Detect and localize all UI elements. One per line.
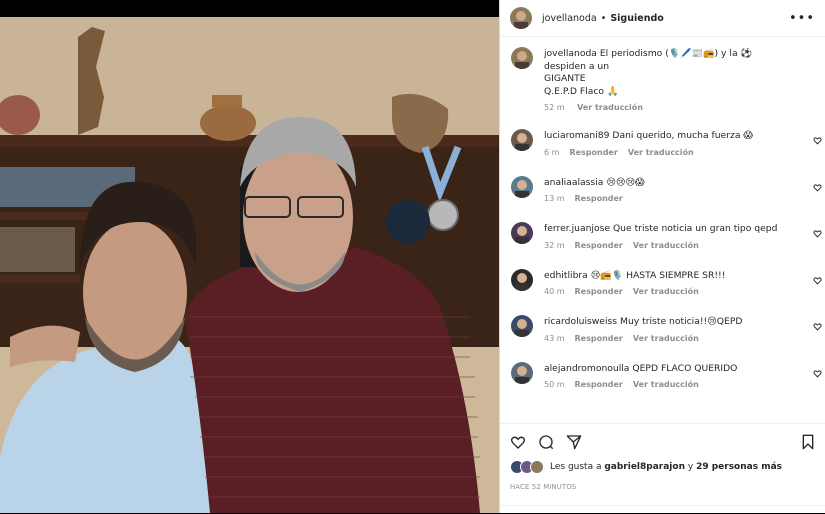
caption-time: 52 m	[544, 103, 565, 112]
comment-time: 50 m	[544, 380, 565, 389]
caption-line3: Q.E.P.D Flaco 🙏	[544, 85, 619, 97]
following-button[interactable]: Siguiendo	[610, 13, 663, 24]
post-timestamp: HACE 52 MINUTOS	[510, 483, 577, 491]
comment-text: luciaromani89 Dani querido, mucha fuerza…	[544, 126, 795, 143]
separator-dot: •	[600, 12, 607, 24]
comment-text: edhitlibra 😢📻🎙️ HASTA SIEMPRE SR!!!	[544, 266, 795, 283]
comment-row: alejandromonoulla QEPD FLACO QUERIDO 50 m…	[500, 359, 825, 389]
comment-text: ricardoluisweiss Muy triste noticia!!😢QE…	[544, 312, 795, 329]
comment-row: analiaalassia 😢😢😢😱 13 m Responder	[500, 173, 825, 203]
author-avatar[interactable]	[510, 7, 532, 29]
comment-body: QEPD FLACO QUERIDO	[632, 362, 738, 374]
comment-body: Que triste noticia un gran tipo qepd	[612, 223, 778, 234]
comment-like-icon[interactable]	[813, 322, 822, 334]
commenter-username[interactable]: analiaalassia	[544, 177, 603, 188]
comment-like-icon[interactable]	[813, 229, 822, 241]
comment-time: 32 m	[544, 240, 565, 250]
commenter-avatar[interactable]	[511, 175, 533, 198]
comment-body: 😢😢😢😱	[606, 176, 645, 188]
post-actions: Les gusta a gabriel8parajon y 29 persona…	[500, 423, 825, 514]
more-options-icon[interactable]: •••	[789, 11, 815, 26]
comment-meta: 6 m Responder Ver traducción	[544, 148, 795, 157]
caption-meta: 52 m Ver traducción	[544, 103, 795, 112]
bookmark-icon[interactable]	[801, 434, 815, 450]
post-header: jovellanoda • Siguiendo •••	[500, 0, 825, 37]
selfie-photo	[0, 17, 499, 513]
post-side-panel: jovellanoda • Siguiendo ••• jovellanoda …	[499, 0, 825, 513]
liker-avatar	[530, 460, 544, 474]
comment-meta: 40 m Responder Ver traducción	[544, 287, 795, 296]
comment-row: edhitlibra 😢📻🎙️ HASTA SIEMPRE SR!!! 40 m R…	[500, 266, 825, 296]
commenter-avatar[interactable]	[511, 315, 533, 337]
action-icons	[500, 424, 825, 452]
comment-body: Muy triste noticia!!😢QEPD	[620, 316, 743, 327]
likes-summary: Les gusta a gabriel8parajon y 29 persona…	[500, 452, 825, 474]
translate-link[interactable]: Ver traducción	[633, 287, 699, 296]
comment-time: 40 m	[544, 287, 565, 296]
reply-button[interactable]: Responder	[575, 194, 623, 203]
commenter-avatar[interactable]	[511, 222, 533, 244]
comment-row: ricardoluisweiss Muy triste noticia!!😢QE…	[500, 312, 825, 343]
commenter-username[interactable]: luciaromani89	[544, 130, 609, 141]
comment-like-icon[interactable]	[813, 136, 822, 148]
caption-username[interactable]: jovellanoda	[544, 48, 597, 59]
commenter-avatar[interactable]	[511, 361, 533, 384]
post-photo	[0, 0, 499, 513]
comment-body: Dani querido, mucha fuerza 😱	[612, 130, 753, 141]
comment-like-icon[interactable]	[813, 369, 822, 381]
comment-row: ferrer.juanjose Que triste noticia un gr…	[500, 219, 825, 250]
comment-meta: 43 m Responder Ver traducción	[544, 334, 795, 343]
comment-row: luciaromani89 Dani querido, mucha fuerza…	[500, 126, 825, 157]
translate-link[interactable]: Ver traducción	[577, 103, 643, 112]
share-icon[interactable]	[566, 434, 582, 450]
comment-text: ferrer.juanjose Que triste noticia un gr…	[544, 219, 795, 236]
comments-list: jovellanoda El periodismo (🎙️🖊️📰📻) y la …	[500, 44, 825, 421]
comment-like-icon[interactable]	[813, 276, 822, 288]
caption-line2: GIGANTE	[544, 73, 586, 84]
heart-icon[interactable]	[510, 434, 526, 450]
comment-meta: 32 m Responder Ver traducción	[544, 241, 795, 250]
commenter-avatar[interactable]	[511, 268, 533, 291]
comment-text: alejandromonoulla QEPD FLACO QUERIDO	[544, 359, 795, 376]
commenter-username[interactable]: alejandromonoulla	[544, 363, 629, 374]
likes-text[interactable]: Les gusta a gabriel8parajon y 29 persona…	[550, 462, 782, 472]
reply-button[interactable]: Responder	[575, 241, 623, 250]
commenter-username[interactable]: edhitlibra	[544, 270, 588, 281]
comment-body: 😢📻🎙️ HASTA SIEMPRE SR!!!	[590, 269, 726, 281]
commenter-username[interactable]: ferrer.juanjose	[544, 223, 610, 234]
translate-link[interactable]: Ver traducción	[633, 241, 699, 250]
reply-button[interactable]: Responder	[575, 334, 623, 343]
comment-time: 6 m	[544, 147, 560, 157]
comment-text: analiaalassia 😢😢😢😱	[544, 173, 795, 190]
translate-link[interactable]: Ver traducción	[628, 148, 694, 157]
translate-link[interactable]: Ver traducción	[633, 380, 699, 389]
comment-time: 13 m	[544, 194, 565, 203]
comment-like-icon[interactable]	[813, 183, 822, 195]
author-username[interactable]: jovellanoda	[542, 13, 597, 24]
caption: jovellanoda El periodismo (🎙️🖊️📰📻) y la …	[500, 44, 825, 112]
author-avatar[interactable]	[511, 47, 533, 69]
translate-link[interactable]: Ver traducción	[633, 334, 699, 343]
caption-text: jovellanoda El periodismo (🎙️🖊️📰📻) y la …	[544, 44, 795, 98]
comment-meta: 50 m Responder Ver traducción	[544, 380, 795, 389]
reply-button[interactable]: Responder	[569, 148, 617, 157]
reply-button[interactable]: Responder	[575, 287, 623, 296]
commenter-avatar[interactable]	[511, 129, 533, 151]
comment-icon[interactable]	[538, 434, 554, 450]
comment-time: 43 m	[544, 333, 565, 343]
comment-meta: 13 m Responder	[544, 194, 795, 203]
reply-button[interactable]: Responder	[575, 380, 623, 389]
commenter-username[interactable]: ricardoluisweiss	[544, 316, 617, 327]
